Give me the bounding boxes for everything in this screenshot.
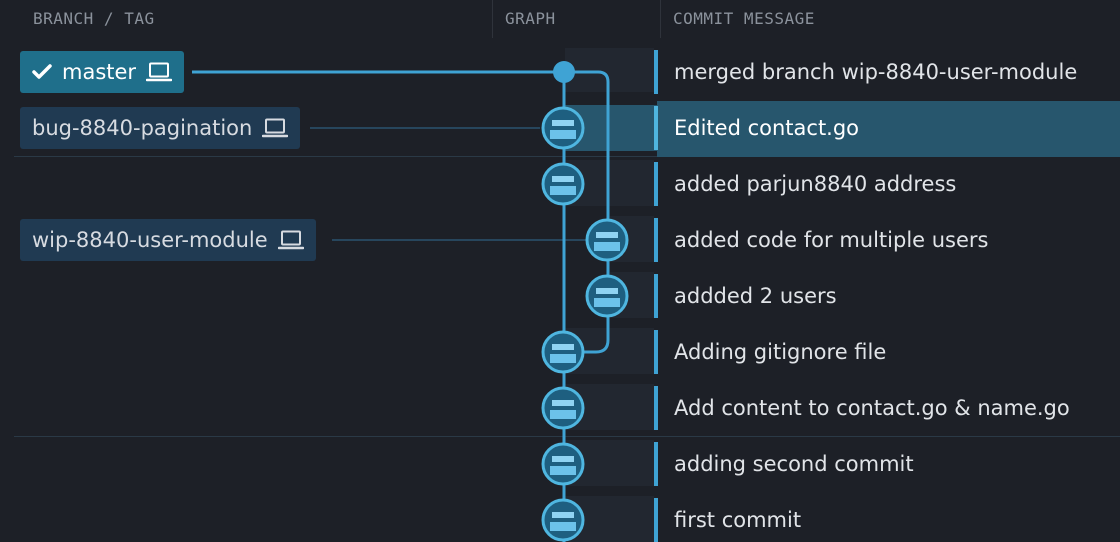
commit-node[interactable] [541,386,585,430]
laptop-icon [262,118,289,138]
laptop-icon [277,230,304,250]
branch-name: bug-8840-pagination [32,116,253,140]
branch-pill-bug-8840-pagination[interactable]: bug-8840-pagination [20,107,301,149]
branch-name: wip-8840-user-module [32,228,268,252]
commit-node[interactable] [585,274,629,318]
commit-node[interactable] [541,330,585,374]
commit-node[interactable] [541,162,585,206]
commit-node[interactable] [541,498,585,542]
check-icon [32,64,52,79]
branch-pill-wip-8840-user-module[interactable]: wip-8840-user-module [20,219,316,261]
laptop-icon [146,62,173,82]
branch-pill-master[interactable]: master [20,51,185,93]
branch-name: master [62,60,137,84]
merge-commit-node[interactable] [553,61,575,83]
commit-node[interactable] [541,106,585,150]
commit-node[interactable] [541,442,585,486]
commit-node[interactable] [585,218,629,262]
